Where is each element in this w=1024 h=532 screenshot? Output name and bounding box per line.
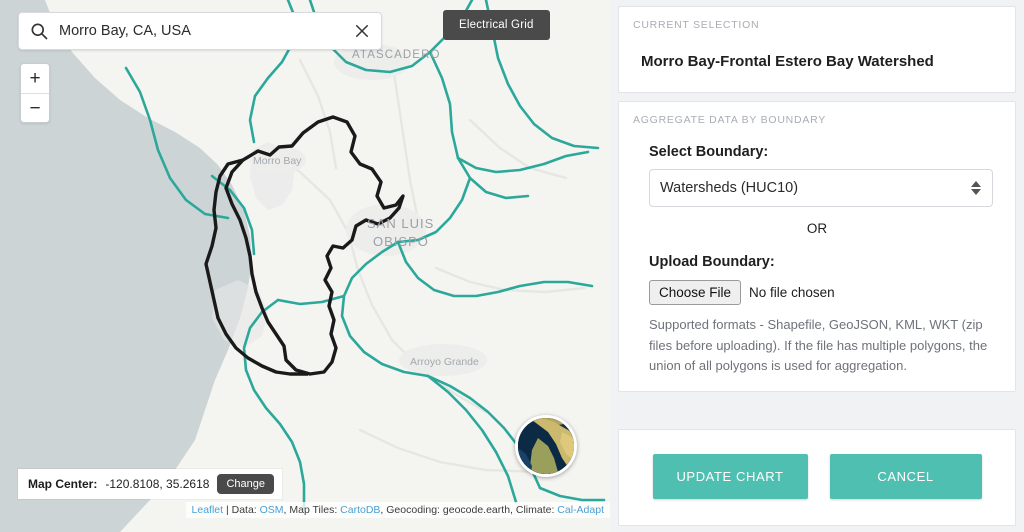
current-selection-value: Morro Bay-Frontal Estero Bay Watershed [641,53,934,70]
map-center-bar: Map Center: -120.8108, 35.2618 Change [18,469,282,499]
attribution-caladapt-link[interactable]: Cal-Adapt [557,504,604,516]
electrical-grid-layer-chip[interactable]: Electrical Grid [443,10,550,40]
map-center-coordinates: -120.8108, 35.2618 [105,477,210,491]
attribution-climate-prefix: , Climate: [510,504,558,516]
current-selection-card: CURRENT SELECTION Morro Bay-Frontal Este… [618,6,1016,93]
select-boundary-label: Select Boundary: [649,144,769,160]
attribution-geocode-earth: geocode.earth [442,504,511,516]
app-root: ATASCADERO Morro Bay SAN LUIS OBISPO Arr… [0,0,1024,532]
attribution-sep: | [223,504,232,516]
or-separator-text: OR [806,221,828,236]
attribution-leaflet-link[interactable]: Leaflet [192,504,224,516]
map-center-label: Map Center: [28,477,98,491]
basemap-switcher-button[interactable] [515,415,577,477]
upload-help-text: Supported formats - Shapefile, GeoJSON, … [649,317,988,374]
attribution-osm-link[interactable]: OSM [260,504,284,516]
file-upload-row[interactable]: Choose File No file chosen [619,270,1015,305]
attribution-tiles-prefix: , Map Tiles: [283,504,341,516]
map-pane[interactable]: ATASCADERO Morro Bay SAN LUIS OBISPO Arr… [0,0,610,532]
attribution-data-prefix: Data: [231,504,260,516]
right-panel: CURRENT SELECTION Morro Bay-Frontal Este… [610,0,1024,532]
update-chart-button[interactable]: UPDATE CHART [652,454,808,499]
aggregate-boundary-card: AGGREGATE DATA BY BOUNDARY Select Bounda… [618,101,1016,392]
close-icon[interactable] [353,22,371,40]
select-boundary-box[interactable]: Watersheds (HUC10) [649,169,993,207]
map-search-box[interactable] [18,12,382,50]
select-boundary-wrapper: Watersheds (HUC10) [619,160,1015,207]
actions-card: UPDATE CHART CANCEL [618,429,1016,526]
current-selection-heading: CURRENT SELECTION [633,19,760,31]
zoom-out-button[interactable]: − [21,93,49,122]
file-status-text: No file chosen [749,285,835,300]
zoom-controls[interactable]: + − [20,63,50,123]
aggregate-heading: AGGREGATE DATA BY BOUNDARY [633,114,826,126]
cancel-button[interactable]: CANCEL [829,454,982,499]
attribution-geocoding-prefix: , Geocoding: [380,504,443,516]
search-icon [29,21,49,41]
attribution-cartodb-link[interactable]: CartoDB [340,504,380,516]
zoom-in-button[interactable]: + [21,64,49,93]
choose-file-button[interactable]: Choose File [649,280,742,305]
boundary-select[interactable]: Watersheds (HUC10) [649,169,993,207]
upload-boundary-label: Upload Boundary: [649,254,775,270]
map-attribution: Leaflet | Data: OSM, Map Tiles: CartoDB,… [185,502,610,518]
change-map-center-button[interactable]: Change [217,474,274,494]
search-input[interactable] [49,23,353,39]
